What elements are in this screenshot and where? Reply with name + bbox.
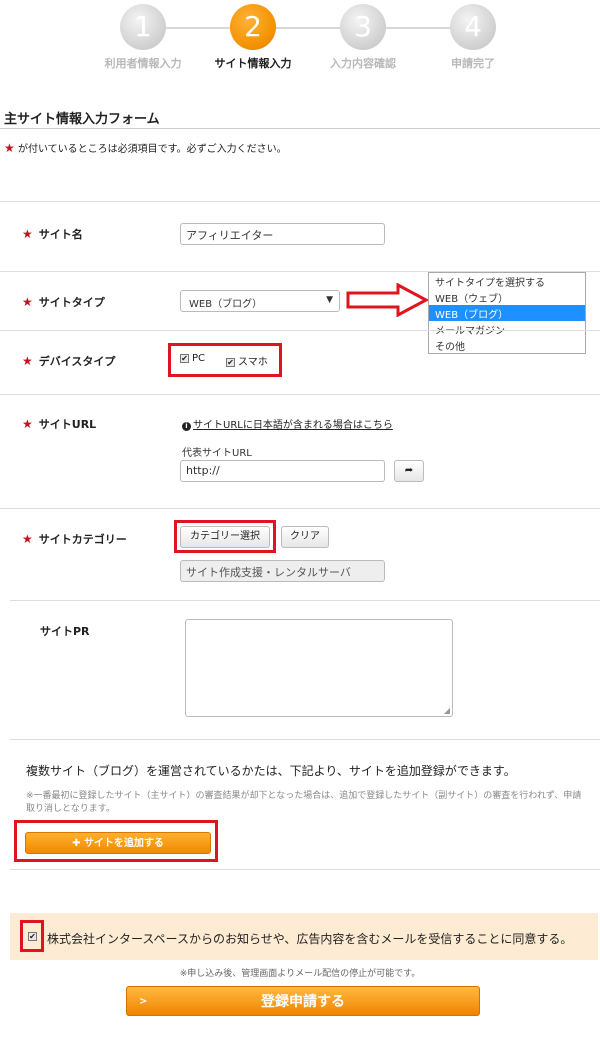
dropdown-option-selected[interactable]: WEB（ブログ） bbox=[429, 305, 585, 321]
multi-site-note: ※一番最初に登録したサイト（主サイト）の審査結果が却下となった場合は、追加で登録… bbox=[26, 791, 582, 814]
site-url-input[interactable]: http:// bbox=[180, 460, 385, 482]
mail-stop-note: ※申し込み後、管理画面よりメール配信の停止が可能です。 bbox=[179, 969, 421, 979]
step-1-circle: 1 bbox=[120, 4, 166, 50]
step-2: 2 サイト情報入力 bbox=[198, 4, 308, 71]
step-4-circle: 4 bbox=[450, 4, 496, 50]
step-3-circle: 3 bbox=[340, 4, 386, 50]
step-4-label: 申請完了 bbox=[451, 57, 495, 70]
agreement-text: 株式会社インタースペースからのお知らせや、広告内容を含むメールを受信することに同… bbox=[47, 932, 573, 946]
divider bbox=[10, 600, 600, 601]
dropdown-option[interactable]: その他 bbox=[429, 337, 585, 353]
highlight-box bbox=[20, 920, 44, 952]
info-icon: i bbox=[182, 422, 191, 431]
device-type-label: ★ デバイスタイプ bbox=[22, 354, 116, 368]
submit-button[interactable]: > 登録申請する bbox=[126, 986, 480, 1016]
multi-site-text: 複数サイト（ブログ）を運営されているかたは、下記より、サイトを追加登録ができます… bbox=[26, 764, 516, 778]
pc-checkbox[interactable]: ✔ PC bbox=[180, 353, 205, 364]
representative-url-label: 代表サイトURL bbox=[182, 448, 252, 459]
divider bbox=[0, 201, 600, 202]
url-help-link[interactable]: i サイトURLに日本語が含まれる場合はこちら bbox=[182, 416, 393, 431]
category-value-field: サイト作成支援・レンタルサーバ bbox=[180, 560, 385, 582]
site-type-selected: WEB（ブログ） bbox=[189, 299, 263, 310]
required-star-icon: ★ bbox=[22, 227, 33, 241]
checkbox-checked-icon: ✔ bbox=[180, 353, 189, 363]
required-notice: ★ が付いているところは必須項目です。必ずご入力ください。 bbox=[4, 140, 287, 155]
step-2-label: サイト情報入力 bbox=[214, 57, 292, 70]
dropdown-option[interactable]: メールマガジン bbox=[429, 321, 585, 337]
pc-label: PC bbox=[192, 353, 206, 364]
step-3: 3 入力内容確認 bbox=[308, 4, 418, 71]
checkbox-checked-icon: ✔ bbox=[226, 357, 235, 367]
step-1: 1 利用者情報入力 bbox=[88, 4, 198, 71]
resize-grip-icon[interactable]: ◢ bbox=[444, 706, 450, 715]
step-4: 4 申請完了 bbox=[418, 4, 528, 71]
progress-steps: 1 利用者情報入力 2 サイト情報入力 3 入力内容確認 4 申請完了 bbox=[0, 0, 600, 80]
site-pr-label: サイトPR bbox=[40, 625, 90, 638]
step-1-label: 利用者情報入力 bbox=[104, 57, 182, 70]
required-notice-text: が付いているところは必須項目です。必ずご入力ください。 bbox=[17, 144, 287, 155]
step-3-label: 入力内容確認 bbox=[330, 57, 396, 70]
plus-icon: ✚ bbox=[72, 838, 84, 849]
external-link-icon: ➦ bbox=[404, 465, 414, 476]
form-title: 主サイト情報入力フォーム bbox=[4, 112, 160, 127]
red-arrow-icon bbox=[346, 283, 428, 317]
divider bbox=[10, 869, 600, 870]
category-clear-button[interactable]: クリア bbox=[281, 526, 329, 548]
required-star-icon: ★ bbox=[22, 354, 33, 368]
open-url-button[interactable]: ➦ bbox=[394, 460, 424, 482]
step-2-circle: 2 bbox=[230, 4, 276, 50]
dropdown-option[interactable]: WEB（ウェブ） bbox=[429, 289, 585, 305]
divider bbox=[0, 394, 600, 395]
chevron-right-icon: > bbox=[139, 996, 148, 1007]
title-divider bbox=[0, 128, 600, 129]
divider bbox=[0, 508, 600, 509]
required-star-icon: ★ bbox=[22, 532, 33, 546]
divider bbox=[0, 330, 600, 331]
site-name-label: ★ サイト名 bbox=[22, 227, 83, 241]
site-type-label: ★ サイトタイプ bbox=[22, 295, 105, 309]
add-site-button[interactable]: ✚ サイトを追加する bbox=[25, 832, 211, 854]
dropdown-option[interactable]: サイトタイプを選択する bbox=[429, 273, 585, 289]
required-star-icon: ★ bbox=[22, 295, 33, 309]
site-category-label: ★ サイトカテゴリー bbox=[22, 532, 127, 546]
chevron-down-icon: ▼ bbox=[326, 295, 333, 305]
site-name-input[interactable]: アフィリエイター bbox=[180, 223, 385, 245]
required-star-icon: ★ bbox=[4, 141, 15, 155]
category-select-button[interactable]: カテゴリー選択 bbox=[180, 526, 270, 548]
site-pr-textarea[interactable]: ◢ bbox=[185, 619, 453, 717]
agreement-panel: ✔ 株式会社インタースペースからのお知らせや、広告内容を含むメールを受信すること… bbox=[10, 913, 598, 960]
smartphone-label: スマホ bbox=[238, 357, 268, 368]
site-type-select[interactable]: WEB（ブログ） ▼ bbox=[180, 290, 340, 312]
site-type-dropdown: サイトタイプを選択する WEB（ウェブ） WEB（ブログ） メールマガジン その… bbox=[428, 272, 586, 354]
site-url-label: ★ サイトURL bbox=[22, 417, 97, 431]
divider bbox=[10, 739, 600, 740]
required-star-icon: ★ bbox=[22, 417, 33, 431]
smartphone-checkbox[interactable]: ✔ スマホ bbox=[226, 353, 268, 368]
